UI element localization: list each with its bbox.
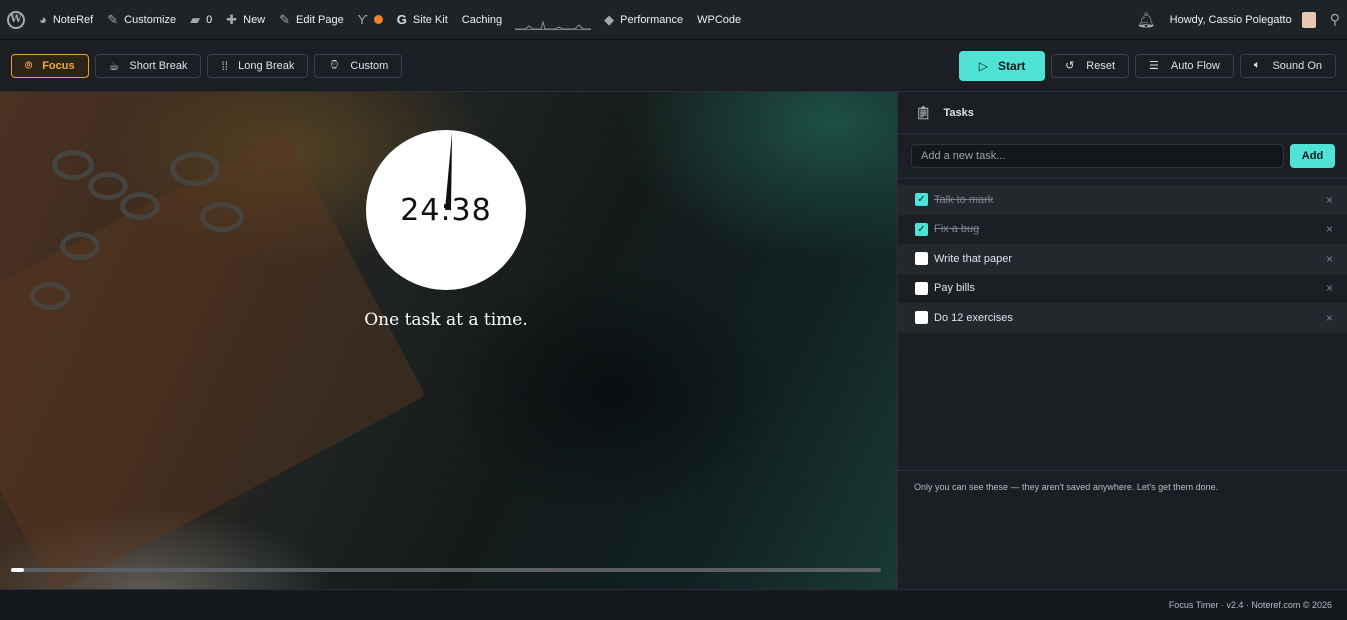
site-name-link[interactable]: ◕ NoteRef xyxy=(32,0,100,40)
background-photo-ring xyxy=(200,202,244,232)
seo-status-dot xyxy=(373,15,383,24)
focus-icon: ⌾ xyxy=(25,58,33,72)
reset-icon: ↺ xyxy=(1065,60,1075,72)
task-text: Do 12 exercises xyxy=(934,311,1013,324)
task-item: ✓ Fix a bug × xyxy=(898,215,1347,245)
mode-short-break-button[interactable]: ☕︎ Short Break xyxy=(94,53,202,78)
session-progress-bar xyxy=(11,568,881,572)
background-photo-ring xyxy=(52,150,94,180)
task-text: Talk to mark xyxy=(934,193,994,206)
gauge-icon: ◕ xyxy=(39,12,47,27)
performance-link[interactable]: ◆ Performance xyxy=(597,0,690,40)
sparkline-chart xyxy=(515,19,592,29)
new-task-input[interactable] xyxy=(911,144,1284,168)
caching-link[interactable]: Caching xyxy=(455,0,509,40)
notifications-button[interactable]: 🔔︎ xyxy=(1130,0,1163,40)
mode-focus-button[interactable]: ⌾ Focus xyxy=(11,53,89,78)
cube-icon: ◆ xyxy=(604,11,615,27)
search-button[interactable]: ⚲ xyxy=(1323,0,1347,40)
task-checkbox[interactable] xyxy=(915,311,928,325)
tasks-header: 📋︎ Tasks xyxy=(898,92,1347,134)
watch-icon: ⌚︎ xyxy=(328,58,341,72)
add-task-button[interactable]: Add xyxy=(1290,144,1335,168)
play-icon: ▷ xyxy=(978,58,989,73)
traffic-sparkline xyxy=(515,10,592,30)
tasks-title: Tasks xyxy=(943,106,974,119)
background-photo-ring xyxy=(88,172,128,200)
mode-long-break-button[interactable]: ⁞⁞ Long Break xyxy=(207,53,309,78)
remove-task-icon[interactable]: × xyxy=(1326,252,1333,266)
list-flow-icon: ☰ xyxy=(1149,60,1159,72)
auto-flow-button[interactable]: ☰ Auto Flow xyxy=(1135,53,1234,78)
brush-icon: ✎ xyxy=(107,11,119,27)
task-checkbox[interactable]: ✓ xyxy=(915,222,928,236)
wordpress-icon: W xyxy=(7,10,25,29)
bell-icon: 🔔︎ xyxy=(1136,11,1156,29)
coffee-icon: ☕︎ xyxy=(108,58,120,73)
session-progress-fill xyxy=(11,568,25,572)
task-text: Pay bills xyxy=(934,282,975,295)
timer-display: 24:38 xyxy=(400,192,492,228)
footer-credit: Focus Timer · v2.4 · Noteref.com © 2026 xyxy=(0,589,1347,620)
timer-clock: 24:38 xyxy=(366,130,526,290)
comment-icon: ▰ xyxy=(190,11,201,27)
mode-custom-button[interactable]: ⌚︎ Custom xyxy=(314,53,403,78)
task-text: Fix a bug xyxy=(934,223,980,236)
background-photo-desk xyxy=(0,130,426,589)
background-photo-ring xyxy=(170,152,220,186)
speaker-icon: 🔈︎ xyxy=(1253,59,1261,71)
task-checkbox[interactable] xyxy=(915,281,928,295)
background-photo-ring xyxy=(30,282,70,310)
background-photo-ring xyxy=(60,232,100,260)
remove-task-icon[interactable]: × xyxy=(1326,311,1333,325)
task-item: Do 12 exercises × xyxy=(898,303,1347,333)
remove-task-icon[interactable]: × xyxy=(1326,222,1333,236)
footprints-icon: ⁞⁞ xyxy=(221,58,229,73)
task-list: ✓ Talk to mark × ✓ Fix a bug × Write that pape… xyxy=(898,185,1347,333)
task-checkbox[interactable]: ✓ xyxy=(915,193,928,207)
wp-admin-bar: W ◕ NoteRef ✎ Customize ▰ 0 ✚ New ✎ Edit Page… xyxy=(0,0,1347,40)
site-kit-link[interactable]: G Site Kit xyxy=(390,0,455,40)
plus-icon: ✚ xyxy=(226,11,238,27)
task-text: Write that paper xyxy=(934,252,1013,265)
task-checkbox[interactable] xyxy=(915,252,928,266)
background-photo-ring xyxy=(120,192,160,220)
add-task-row: Add xyxy=(898,134,1347,179)
remove-task-icon[interactable]: × xyxy=(1326,193,1333,207)
clipboard-icon: 📋︎ xyxy=(915,104,932,120)
sound-toggle-button[interactable]: 🔈︎ Sound On xyxy=(1239,53,1336,78)
customize-link[interactable]: ✎ Customize xyxy=(100,0,183,40)
privacy-note: Only you can see these — they aren't sav… xyxy=(898,470,1347,503)
timer-stage: 24:38 One task at a time. xyxy=(0,92,897,589)
edit-page-link[interactable]: ✎ Edit Page xyxy=(272,0,351,40)
motto-text: One task at a time. xyxy=(364,310,528,330)
yoast-link[interactable]: Ƴ xyxy=(351,0,390,40)
pencil-icon: ✎ xyxy=(279,11,291,27)
wordpress-logo-button[interactable]: W xyxy=(0,0,32,40)
new-content-link[interactable]: ✚ New xyxy=(219,0,272,40)
reset-button[interactable]: ↺ Reset xyxy=(1051,53,1130,78)
start-button[interactable]: ▷ Start xyxy=(959,50,1046,81)
search-icon: ⚲ xyxy=(1329,11,1340,27)
wpcode-link[interactable]: WPCode xyxy=(690,0,748,40)
timer-toolbar: ⌾ Focus ☕︎ Short Break ⁞⁞ Long Break ⌚︎ Cust… xyxy=(0,40,1347,92)
task-item: Pay bills × xyxy=(898,274,1347,304)
google-icon: G xyxy=(396,12,407,27)
yoast-icon: Ƴ xyxy=(357,12,368,27)
tasks-panel: 📋︎ Tasks Add ✓Talk to mark×✓Fix a bug×Wr… xyxy=(897,92,1347,589)
task-item: Write that paper × xyxy=(898,244,1347,274)
remove-task-icon[interactable]: × xyxy=(1326,281,1333,295)
avatar xyxy=(1301,11,1316,28)
account-menu[interactable]: Howdy, Cassio Polegatto xyxy=(1163,0,1323,40)
comments-link[interactable]: ▰ 0 xyxy=(183,0,219,40)
task-item: ✓ Talk to mark × xyxy=(898,185,1347,215)
